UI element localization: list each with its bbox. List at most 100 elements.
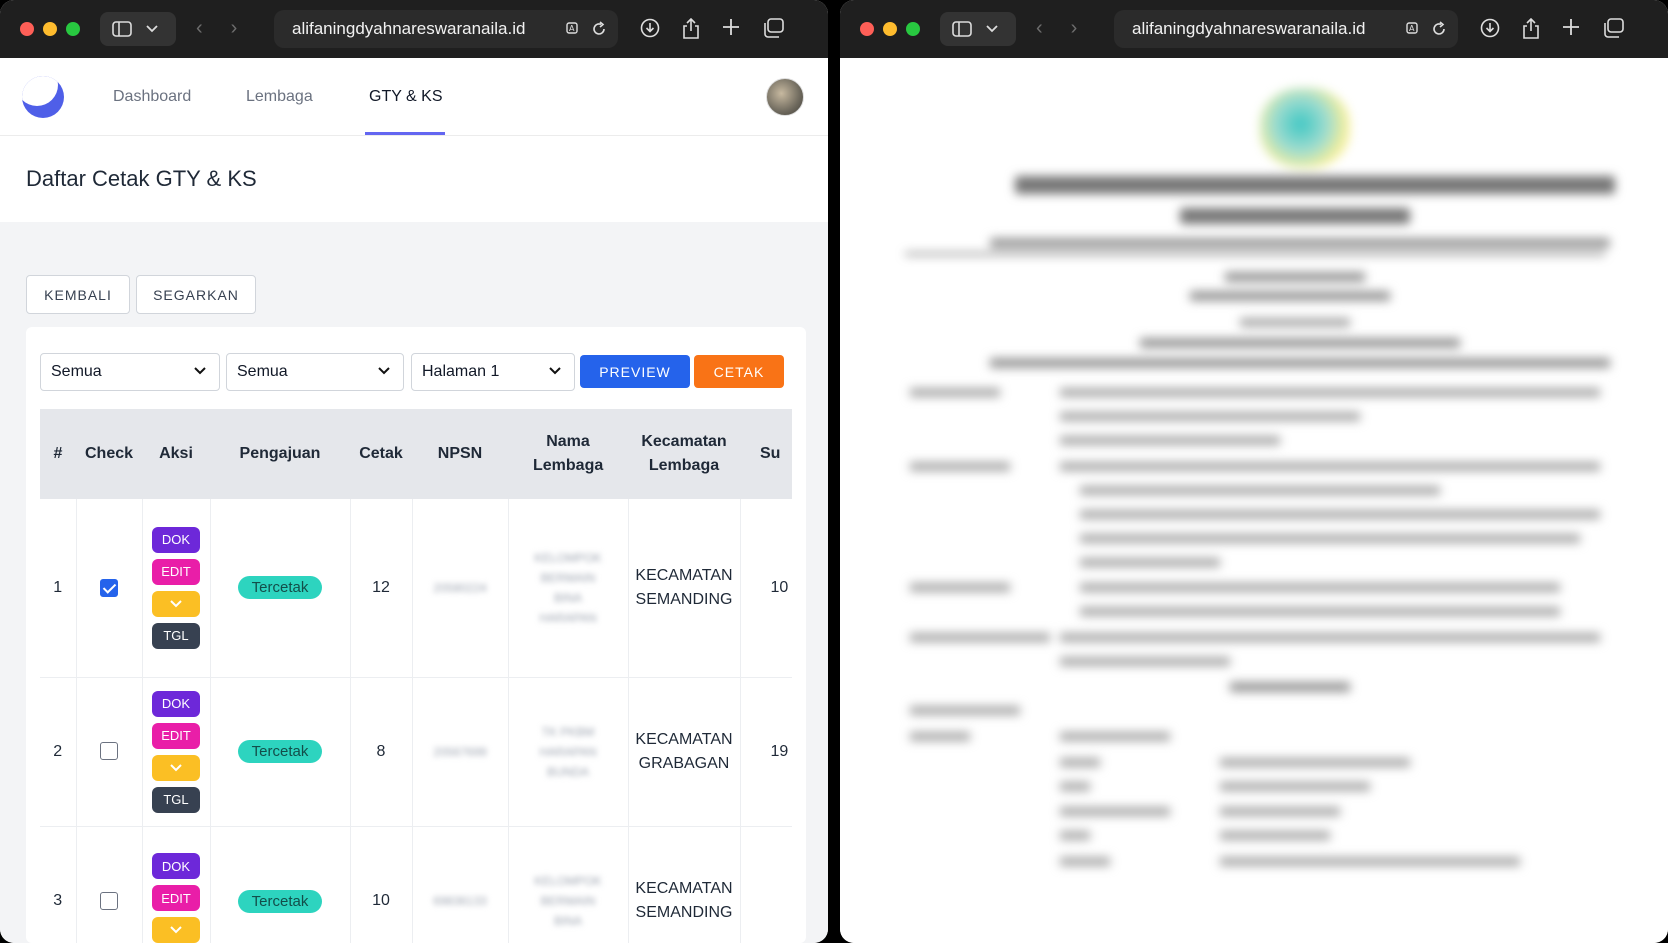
npsn-cell: 20580224	[412, 499, 509, 678]
page-select[interactable]: Halaman 1	[411, 353, 575, 391]
table-row: 1 DOK EDIT TGL Tercetak 12 20580224 KELO…	[40, 499, 792, 678]
page-title: Daftar Cetak GTY & KS	[26, 166, 257, 191]
forward-arrow-icon[interactable]: ›	[231, 18, 238, 38]
dropdown-button[interactable]	[152, 590, 200, 617]
address-bar[interactable]: alifaningdyahnareswaranaila.id A	[1114, 10, 1458, 48]
kecamatan-cell: KECAMATAN SEMANDING	[628, 499, 741, 678]
sidebar-toggle-button[interactable]	[100, 12, 176, 46]
col-header-kecamatan-lembaga: Kecamatan Lembaga	[628, 409, 740, 499]
close-window-button[interactable]	[860, 22, 874, 36]
row-checkbox[interactable]	[100, 891, 118, 910]
check-cell	[76, 826, 143, 943]
window-controls	[20, 22, 80, 36]
cetak-count: 12	[350, 499, 413, 678]
row-number: 2	[40, 677, 77, 827]
dok-button[interactable]: DOK	[152, 853, 200, 879]
print-button[interactable]: CETAK	[694, 355, 784, 388]
dropdown-button[interactable]	[152, 754, 200, 781]
kecamatan-cell: KECAMATAN SEMANDING	[628, 826, 741, 943]
tgl-button[interactable]: TGL	[152, 622, 200, 649]
aksi-cell: DOK EDIT TGL	[142, 826, 211, 943]
new-tab-icon[interactable]	[1562, 18, 1580, 36]
row-checkbox[interactable]	[100, 578, 118, 597]
minimize-window-button[interactable]	[43, 22, 57, 36]
translate-icon[interactable]: A	[566, 20, 584, 38]
tab-overview-icon[interactable]	[1602, 18, 1624, 38]
chevron-down-icon	[170, 600, 182, 608]
filter-select-2[interactable]: Semua	[226, 353, 404, 391]
address-bar[interactable]: alifaningdyahnareswaranaila.id A	[274, 10, 618, 48]
su-value: 19	[740, 677, 792, 827]
back-arrow-icon[interactable]: ‹	[196, 18, 203, 38]
chevron-down-icon	[194, 367, 206, 375]
window-controls	[860, 22, 920, 36]
npsn-cell: 69836133	[412, 826, 509, 943]
url-text: alifaningdyahnareswaranaila.id	[1132, 19, 1366, 38]
svg-text:A: A	[1409, 24, 1415, 33]
tab-overview-icon[interactable]	[762, 18, 784, 38]
table-header-row: # Check Aksi Pengajuan Cetak NPSN Nama L…	[40, 409, 792, 499]
npsn-value: 20580224	[433, 580, 487, 595]
blurred-document-content	[840, 58, 1668, 943]
status-badge: Tercetak	[237, 740, 323, 763]
filter-select-1[interactable]: Semua	[40, 353, 220, 391]
dok-button[interactable]: DOK	[152, 690, 200, 717]
browser-window-left: ‹ › alifaningdyahnareswaranaila.id A Das…	[0, 0, 828, 943]
col-header-nama-lembaga-text: Nama Lembaga	[533, 433, 604, 474]
npsn-value: 69836133	[433, 894, 487, 908]
translate-icon[interactable]: A	[1406, 20, 1424, 38]
nav-link-gty-ks[interactable]: GTY & KS	[369, 88, 443, 106]
kecamatan-value: KECAMATAN SEMANDING	[635, 566, 733, 608]
row-number: 1	[40, 499, 77, 678]
back-button[interactable]: KEMBALI	[26, 275, 130, 314]
table-scroll-area[interactable]: # Check Aksi Pengajuan Cetak NPSN Nama L…	[40, 409, 792, 943]
refresh-button[interactable]: SEGARKAN	[136, 275, 256, 314]
row-checkbox[interactable]	[100, 742, 118, 761]
forward-arrow-icon[interactable]: ›	[1071, 18, 1078, 38]
kecamatan-cell: KECAMATAN GRABAGAN	[628, 677, 741, 827]
col-header-no: #	[40, 409, 76, 499]
page-select-value: Halaman 1	[422, 363, 500, 380]
filter-2-value: Semua	[237, 363, 288, 380]
col-header-aksi: Aksi	[142, 409, 210, 499]
preview-button[interactable]: PREVIEW	[580, 355, 690, 388]
print-list-table: # Check Aksi Pengajuan Cetak NPSN Nama L…	[40, 409, 792, 943]
share-icon[interactable]	[1522, 18, 1540, 40]
edit-button[interactable]: EDIT	[152, 722, 200, 749]
col-header-kecamatan-text: Kecamatan Lembaga	[641, 433, 727, 474]
filter-1-value: Semua	[51, 363, 102, 380]
maximize-window-button[interactable]	[906, 22, 920, 36]
browser-titlebar: ‹ › alifaningdyahnareswaranaila.id A	[0, 0, 828, 58]
maximize-window-button[interactable]	[66, 22, 80, 36]
user-avatar[interactable]	[766, 78, 804, 116]
download-icon[interactable]	[640, 18, 660, 38]
close-window-button[interactable]	[20, 22, 34, 36]
dok-button[interactable]: DOK	[152, 526, 200, 553]
share-icon[interactable]	[682, 18, 700, 40]
nav-link-dashboard[interactable]: Dashboard	[113, 88, 191, 106]
nama-cell: KELOMPOK BERMAIN BINA	[508, 826, 629, 943]
reload-icon[interactable]	[590, 20, 608, 38]
download-icon[interactable]	[1480, 18, 1500, 38]
page-header: Daftar Cetak GTY & KS	[0, 136, 828, 222]
su-value	[740, 826, 792, 943]
browser-titlebar: ‹ › alifaningdyahnareswaranaila.id A	[840, 0, 1668, 58]
sidebar-toggle-button[interactable]	[940, 12, 1016, 46]
tgl-button[interactable]: TGL	[152, 786, 200, 813]
table-row: 2 DOK EDIT TGL Tercetak 8 20567699 TK PK…	[40, 677, 792, 827]
dropdown-button[interactable]	[152, 917, 200, 943]
cetak-count: 10	[350, 826, 413, 943]
minimize-window-button[interactable]	[883, 22, 897, 36]
new-tab-icon[interactable]	[722, 18, 740, 36]
check-cell	[76, 499, 143, 678]
chevron-down-icon	[986, 25, 998, 33]
reload-icon[interactable]	[1430, 20, 1448, 38]
edit-button[interactable]: EDIT	[152, 885, 200, 911]
edit-button[interactable]: EDIT	[152, 558, 200, 585]
nav-link-lembaga[interactable]: Lembaga	[246, 88, 313, 106]
document-preview[interactable]	[840, 58, 1668, 943]
back-arrow-icon[interactable]: ‹	[1036, 18, 1043, 38]
app-logo[interactable]	[22, 76, 64, 118]
url-text: alifaningdyahnareswaranaila.id	[292, 19, 526, 38]
col-header-cetak: Cetak	[350, 409, 412, 499]
